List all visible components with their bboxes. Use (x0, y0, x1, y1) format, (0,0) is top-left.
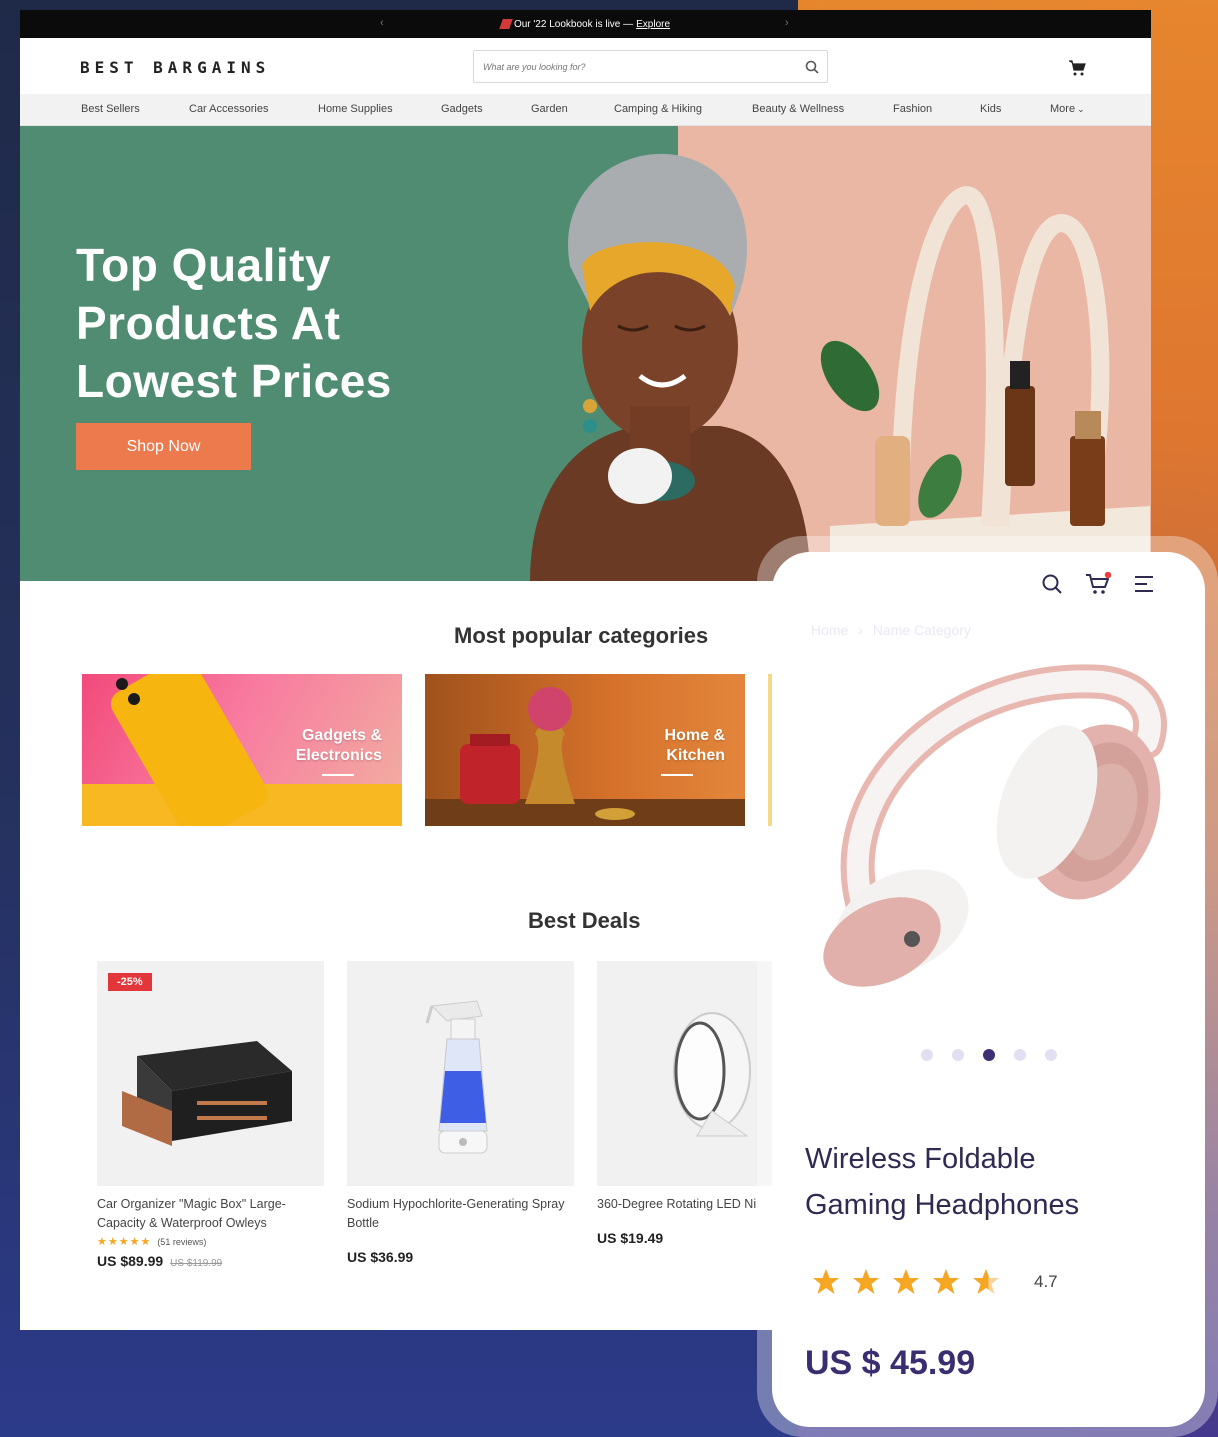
hero-model-image (530, 153, 810, 581)
category-card-home-kitchen[interactable]: Home & Kitchen (425, 674, 745, 826)
nav-item-camping-hiking[interactable]: Camping & Hiking (614, 103, 702, 115)
hero-title: Top Quality Products At Lowest Prices (76, 239, 392, 407)
nav-item-home-supplies[interactable]: Home Supplies (318, 103, 393, 115)
menu-icon[interactable] (1133, 574, 1155, 599)
category-card-gadgets[interactable]: Gadgets & Electronics (82, 674, 402, 826)
search-bar (473, 50, 828, 83)
search-icon[interactable] (797, 60, 827, 74)
nav-item-best-sellers[interactable]: Best Sellers (81, 103, 140, 115)
product-price: US $19.49 (597, 1230, 664, 1246)
product-price: US $36.99 (347, 1249, 414, 1265)
explore-link[interactable]: Explore (636, 19, 670, 30)
announcement-bar: ‹ Our '22 Lookbook is live — Explore › (20, 10, 1151, 38)
image-carousel-dots (772, 1049, 1205, 1061)
rating-value: 4.7 (1034, 1272, 1058, 1291)
shoe-icon (499, 19, 513, 29)
star-rating-icon: ★★★★★ (97, 1236, 152, 1248)
header: BEST BARGAINS (20, 38, 1151, 94)
hero-bag-image (820, 186, 1150, 586)
product-rating: ★★★★★ (51 reviews) (97, 1235, 324, 1248)
category-underline (322, 774, 354, 776)
breadcrumb-category[interactable]: Name Category (873, 622, 971, 638)
shop-now-button[interactable]: Shop Now (76, 423, 251, 470)
product-name[interactable]: Car Organizer "Magic Box" Large-Capacity… (97, 1195, 327, 1233)
product-price: US $ 45.99 (805, 1344, 976, 1382)
category-label-line1: Gadgets & (301, 727, 382, 744)
nav-item-gadgets[interactable]: Gadgets (441, 103, 483, 115)
carousel-dot[interactable] (920, 1049, 933, 1061)
nav-item-kids[interactable]: Kids (980, 103, 1001, 115)
cart-icon[interactable] (1085, 571, 1112, 601)
category-nav: Best Sellers Car Accessories Home Suppli… (20, 94, 1151, 126)
review-count: (51 reviews) (157, 1236, 207, 1247)
categories-title: Most popular categories (454, 623, 709, 648)
carousel-dot[interactable] (951, 1049, 964, 1061)
nav-item-car-accessories[interactable]: Car Accessories (189, 103, 268, 115)
discount-badge: -25% (108, 973, 152, 991)
star-rating-icon (813, 1269, 999, 1294)
original-price: US $119.99 (170, 1258, 223, 1269)
announcement-text: Our '22 Lookbook is live — (513, 18, 634, 30)
nav-item-more[interactable]: More ⌄ (1050, 103, 1085, 115)
product-price: US $89.99 (97, 1253, 164, 1269)
category-label-line1: Home & (664, 727, 725, 744)
best-deals-title: Best Deals (528, 908, 641, 933)
breadcrumb: Home › Name Category (811, 622, 971, 638)
search-input[interactable] (474, 61, 797, 72)
breadcrumb-home[interactable]: Home (811, 622, 848, 638)
spray-bottle-image (425, 1000, 488, 1154)
carousel-dot[interactable] (1044, 1049, 1057, 1061)
product-image[interactable]: -25% (97, 961, 324, 1186)
category-label-line2: Kitchen (666, 747, 725, 764)
mobile-product-page: Home › Name Category Wireless Foldable G… (772, 552, 1205, 1427)
search-icon[interactable] (1041, 573, 1063, 600)
chevron-down-icon: ⌄ (1077, 103, 1085, 114)
nav-item-beauty-wellness[interactable]: Beauty & Wellness (752, 103, 844, 115)
headphones-image (823, 664, 1167, 987)
mobile-header-icons (1041, 571, 1155, 601)
product-title: Wireless Foldable Gaming Headphones (805, 1143, 1080, 1221)
product-rating: 4.7 (812, 1267, 1058, 1297)
category-label-gadgets: Gadgets & Electronics (296, 726, 382, 766)
carousel-dot[interactable] (1013, 1049, 1026, 1061)
product-name[interactable]: 360-Degree Rotating LED Ni (597, 1195, 757, 1214)
nav-more-label: More (1050, 102, 1076, 115)
next-arrow-icon[interactable]: › (785, 17, 789, 29)
nav-item-fashion[interactable]: Fashion (893, 103, 932, 115)
product-card-spray-bottle[interactable]: Sodium Hypochlorite-Generating Spray Bot… (347, 961, 574, 1267)
cart-icon[interactable] (1068, 60, 1086, 81)
category-label-home: Home & Kitchen (665, 726, 725, 766)
product-image[interactable] (347, 961, 574, 1186)
hero-banner: Top Quality Products At Lowest Prices Sh… (20, 126, 1151, 586)
nav-item-garden[interactable]: Garden (531, 103, 568, 115)
category-label-line2: Electronics (295, 747, 382, 764)
car-organizer-image (122, 1041, 292, 1146)
logo[interactable]: BEST BARGAINS (80, 58, 270, 77)
prev-arrow-icon[interactable]: ‹ (380, 17, 384, 29)
carousel-dot-active[interactable] (982, 1049, 995, 1061)
category-underline (661, 774, 693, 776)
chevron-right-icon: › (858, 622, 863, 638)
product-card-car-organizer[interactable]: -25% Car Organizer "Magic Box" Large-Cap… (97, 961, 324, 1269)
product-name[interactable]: Sodium Hypochlorite-Generating Spray Bot… (347, 1195, 577, 1233)
